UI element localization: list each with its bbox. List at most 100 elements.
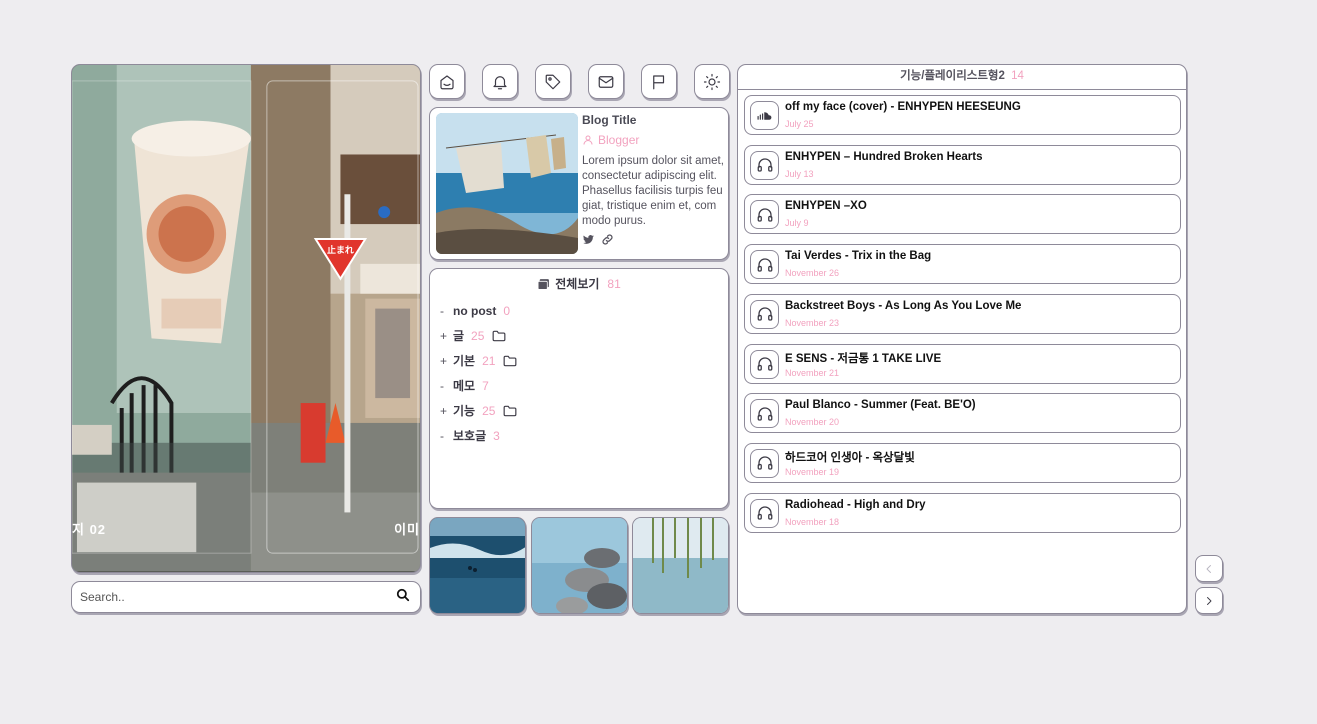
- category-label: 보호글: [453, 429, 487, 443]
- headphones-icon[interactable]: [750, 498, 779, 528]
- svg-text:止まれ: 止まれ: [327, 244, 354, 256]
- category-item[interactable]: + 글 25: [440, 323, 728, 348]
- track-title: E SENS - 저금통 1 TAKE LIVE: [785, 352, 942, 365]
- track-item[interactable]: Backstreet Boys - As Long As You Love Me…: [744, 293, 1181, 334]
- tag-button[interactable]: [535, 64, 571, 99]
- category-item[interactable]: - 보호글 3: [440, 423, 728, 448]
- track-date: July 13: [785, 168, 814, 179]
- prev-page-button[interactable]: [1195, 555, 1223, 582]
- category-count: 3: [493, 428, 500, 443]
- recent-image-3[interactable]: [632, 517, 729, 614]
- track-item[interactable]: ENHYPEN – Hundred Broken Hearts July 13: [744, 144, 1181, 185]
- mail-button[interactable]: [588, 64, 624, 99]
- sun-icon: [703, 73, 721, 90]
- category-header[interactable]: 전체보기 81: [430, 275, 728, 292]
- category-toggle[interactable]: -: [440, 429, 449, 443]
- slide-caption-right: 이미: [394, 522, 420, 537]
- category-toggle[interactable]: +: [440, 354, 449, 368]
- chevron-left-icon: [1206, 564, 1211, 573]
- track-title: 하드코어 인생아 - 옥상달빛: [785, 451, 915, 464]
- track-item[interactable]: ENHYPEN –XO July 9: [744, 194, 1181, 235]
- track-item[interactable]: Tai Verdes - Trix in the Bag November 26: [744, 244, 1181, 285]
- folder-icon: [492, 330, 506, 341]
- theme-toggle-button[interactable]: [694, 64, 730, 99]
- category-toggle[interactable]: -: [440, 304, 449, 318]
- search-input[interactable]: [80, 590, 396, 604]
- guestbook-button[interactable]: [641, 64, 677, 99]
- category-label: 글: [453, 329, 465, 343]
- category-count: 21: [482, 353, 496, 368]
- headphones-icon[interactable]: [750, 150, 779, 180]
- category-label: 메모: [453, 379, 476, 393]
- playlist-header-label: 기능/플레이리스트형2: [900, 70, 1005, 82]
- blog-description: Lorem ipsum dolor sit amet, consectetur …: [582, 155, 724, 227]
- headphones-icon[interactable]: [750, 448, 779, 478]
- track-date: November 23: [785, 317, 840, 328]
- slide-caption-left: 지 02: [72, 522, 107, 537]
- category-count: 25: [482, 403, 496, 418]
- track-date: July 9: [785, 218, 809, 229]
- track-item[interactable]: E SENS - 저금통 1 TAKE LIVE November 21: [744, 343, 1181, 384]
- track-title: off my face (cover) - ENHYPEN HEESEUNG: [785, 101, 1021, 113]
- category-toggle[interactable]: +: [440, 404, 449, 418]
- track-item[interactable]: Paul Blanco - Summer (Feat. BE'O) Novembe…: [744, 393, 1181, 434]
- category-label: 기본: [453, 354, 476, 368]
- home-button[interactable]: [429, 64, 465, 99]
- profile-image: [436, 113, 578, 254]
- track-item[interactable]: off my face (cover) - ENHYPEN HEESEUNG Ju…: [744, 95, 1181, 135]
- bell-icon: [493, 75, 507, 89]
- playlist-header[interactable]: 기능/플레이리스트형2 14: [738, 65, 1186, 90]
- category-label: no post: [453, 303, 497, 318]
- track-item[interactable]: 하드코어 인생아 - 옥상달빛 November 19: [744, 442, 1181, 483]
- image-slider[interactable]: 止まれ 지 02 이미: [71, 64, 421, 573]
- track-title: Paul Blanco - Summer (Feat. BE'O): [785, 399, 976, 412]
- search-icon[interactable]: [396, 588, 410, 607]
- track-title: Tai Verdes - Trix in the Bag: [785, 250, 932, 263]
- folder-icon: [504, 405, 517, 416]
- blogger-name: Blogger: [598, 133, 640, 147]
- headphones-icon[interactable]: [750, 299, 779, 329]
- category-toggle[interactable]: -: [440, 379, 449, 393]
- category-item[interactable]: + 기본 21: [440, 348, 728, 373]
- headphones-icon[interactable]: [750, 200, 779, 230]
- category-item[interactable]: - 메모 7: [440, 373, 728, 398]
- playlist-panel: 기능/플레이리스트형2 14 off my face (cover) - ENH…: [737, 64, 1187, 614]
- soundcloud-icon[interactable]: [750, 101, 779, 130]
- blog-title: Blog Title: [582, 113, 637, 127]
- headphones-icon[interactable]: [750, 349, 779, 379]
- chevron-right-icon: [1207, 596, 1212, 605]
- social-links: [582, 233, 614, 251]
- track-date: November 26: [785, 268, 840, 279]
- category-panel: 전체보기 81 - no post 0 + 글 25 + 기본 21- 메모 7 + 기능 25- 보호글 3: [429, 268, 729, 509]
- mail-icon: [598, 75, 614, 88]
- headphones-icon[interactable]: [750, 399, 779, 429]
- category-count: 7: [482, 378, 489, 393]
- category-count: 25: [471, 328, 485, 343]
- flag-icon: [653, 74, 665, 89]
- category-item[interactable]: - no post 0: [440, 298, 728, 323]
- next-page-button[interactable]: [1195, 587, 1223, 614]
- track-date: November 21: [785, 367, 840, 378]
- notification-button[interactable]: [482, 64, 518, 99]
- track-date: July 25: [785, 119, 814, 129]
- blogger-link[interactable]: Blogger: [582, 133, 725, 147]
- twitter-icon[interactable]: [582, 233, 595, 251]
- category-toggle[interactable]: +: [440, 329, 449, 343]
- playlist-header-count: 14: [1011, 70, 1024, 82]
- link-icon[interactable]: [601, 233, 614, 251]
- home-icon: [440, 74, 454, 89]
- books-icon: [537, 278, 550, 290]
- slider-image: 止まれ: [72, 65, 420, 572]
- category-item[interactable]: + 기능 25: [440, 398, 728, 423]
- profile-card: Blog Title Blogger Lorem ipsum dolor sit…: [429, 107, 729, 260]
- category-header-label: 전체보기: [555, 277, 600, 291]
- category-header-count: 81: [607, 276, 621, 291]
- recent-image-2[interactable]: [531, 517, 628, 614]
- recent-image-1[interactable]: [429, 517, 526, 614]
- track-title: ENHYPEN – Hundred Broken Hearts: [785, 150, 983, 163]
- search-bar: [71, 581, 421, 613]
- headphones-icon[interactable]: [750, 250, 779, 280]
- track-title: Backstreet Boys - As Long As You Love Me: [785, 299, 1022, 312]
- track-item[interactable]: Radiohead - High and Dry November 18: [744, 492, 1181, 533]
- track-title: Radiohead - High and Dry: [785, 498, 926, 511]
